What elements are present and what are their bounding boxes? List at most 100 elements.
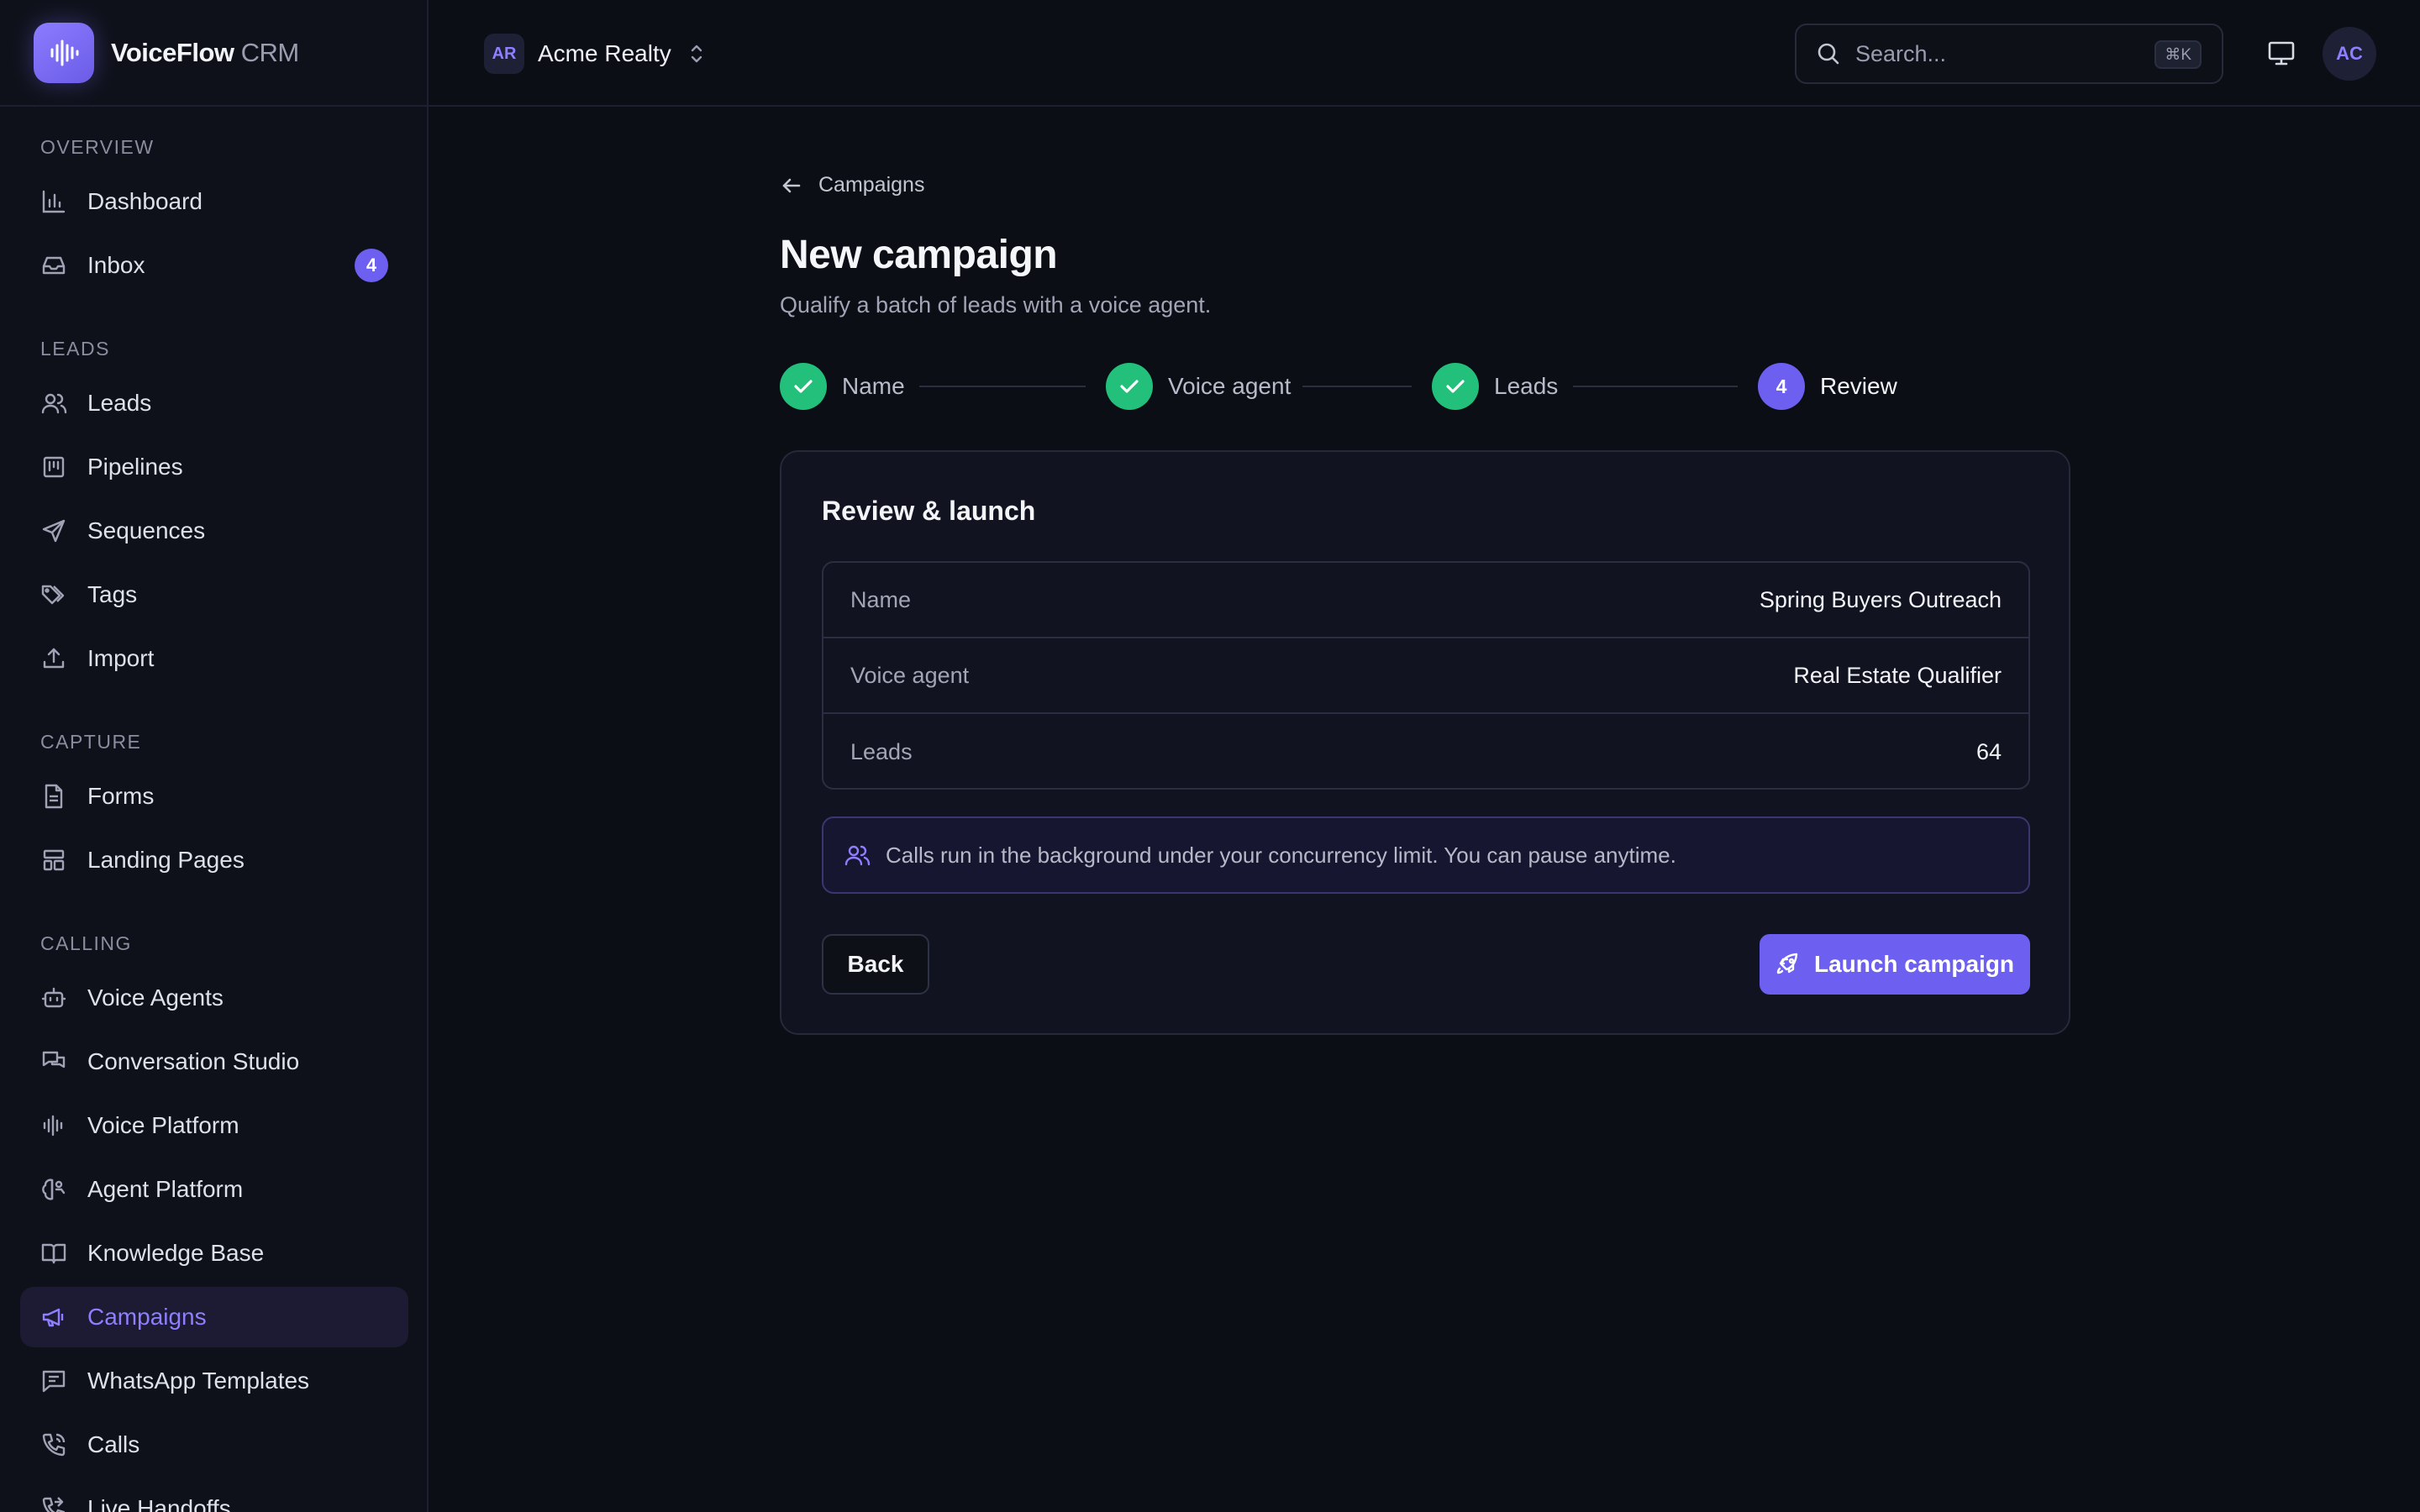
summary-row: Name Spring Buyers Outreach bbox=[823, 563, 2028, 638]
sidebar-item-forms[interactable]: Forms bbox=[20, 766, 408, 827]
phone-call-icon bbox=[42, 1433, 66, 1457]
upload-icon bbox=[43, 648, 65, 669]
review-card: Review & launch Name Spring Buyers Outre… bbox=[780, 450, 2070, 1035]
monitor-icon bbox=[2268, 41, 2295, 66]
section-label-capture: CAPTURE bbox=[40, 731, 142, 753]
sidebar-item-whatsapp-templates[interactable]: WhatsApp Templates bbox=[20, 1351, 408, 1411]
sidebar-item-voice-agents[interactable]: Voice Agents bbox=[20, 968, 408, 1028]
sidebar-item-label: WhatsApp Templates bbox=[87, 1368, 310, 1394]
summary-table: Name Spring Buyers Outreach Voice agent … bbox=[822, 561, 2030, 790]
sidebar-item-leads[interactable]: Leads bbox=[20, 373, 408, 433]
users-icon bbox=[844, 845, 871, 866]
step-number-indicator: 4 bbox=[1758, 363, 1805, 410]
sidebar-item-landing-pages[interactable]: Landing Pages bbox=[20, 830, 408, 890]
brain-icon bbox=[42, 1179, 66, 1200]
sidebar-item-label: Forms bbox=[87, 783, 155, 809]
step-label: Voice agent bbox=[1168, 373, 1292, 399]
breadcrumb-label: Campaigns bbox=[818, 173, 925, 197]
sidebar-item-label: Tags bbox=[87, 581, 138, 607]
summary-key: Leads bbox=[850, 738, 913, 764]
step-name[interactable]: Name bbox=[780, 363, 905, 410]
summary-row: Leads 64 bbox=[823, 714, 2028, 788]
sidebar: VoiceFlow CRM OVERVIEW Dashboard Inbox 4… bbox=[0, 0, 429, 1512]
launch-campaign-button[interactable]: Launch campaign bbox=[1760, 934, 2030, 995]
step-complete-indicator bbox=[1432, 363, 1479, 410]
sidebar-item-label: Agent Platform bbox=[87, 1176, 244, 1202]
summary-value: Spring Buyers Outreach bbox=[1759, 586, 2002, 612]
sidebar-item-label: Inbox bbox=[87, 252, 145, 278]
send-icon bbox=[42, 519, 66, 543]
sidebar-item-pipelines[interactable]: Pipelines bbox=[20, 437, 408, 497]
search-input[interactable]: Search... ⌘K bbox=[1795, 24, 2223, 84]
back-to-campaigns-link[interactable]: Campaigns bbox=[780, 173, 924, 197]
summary-row: Voice agent Real Estate Qualifier bbox=[823, 638, 2028, 714]
org-avatar: AR bbox=[484, 34, 524, 74]
summary-value: 64 bbox=[1975, 738, 2002, 764]
sidebar-item-live-handoffs[interactable]: Live Handoffs bbox=[20, 1478, 408, 1512]
layout-icon bbox=[43, 849, 65, 871]
sidebar-item-campaigns[interactable]: Campaigns bbox=[20, 1287, 408, 1347]
tags-icon bbox=[41, 585, 65, 605]
section-label-leads: LEADS bbox=[40, 338, 110, 360]
sidebar-item-label: Import bbox=[87, 645, 155, 671]
sidebar-item-label: Conversation Studio bbox=[87, 1048, 300, 1074]
page-subtitle: Qualify a batch of leads with a voice ag… bbox=[780, 292, 1212, 318]
step-label: Leads bbox=[1494, 373, 1559, 399]
sidebar-item-calls[interactable]: Calls bbox=[20, 1415, 408, 1475]
check-icon bbox=[794, 380, 813, 393]
sidebar-item-label: Campaigns bbox=[87, 1304, 207, 1330]
megaphone-icon bbox=[42, 1308, 64, 1327]
info-notice: Calls run in the background under your c… bbox=[822, 816, 2030, 894]
summary-key: Name bbox=[850, 586, 912, 612]
step-complete-indicator bbox=[780, 363, 827, 410]
org-switcher[interactable]: AR Acme Realty bbox=[484, 34, 707, 74]
sidebar-item-label: Sequences bbox=[87, 517, 206, 543]
step-label: Name bbox=[842, 373, 905, 399]
sidebar-item-dashboard[interactable]: Dashboard bbox=[20, 171, 408, 232]
chevrons-up-down-icon bbox=[691, 45, 702, 63]
sidebar-item-agent-platform[interactable]: Agent Platform bbox=[20, 1159, 408, 1220]
sidebar-item-knowledge-base[interactable]: Knowledge Base bbox=[20, 1223, 408, 1284]
sidebar-item-conversation-studio[interactable]: Conversation Studio bbox=[20, 1032, 408, 1092]
section-label-calling: CALLING bbox=[40, 932, 132, 954]
page-title: New campaign bbox=[780, 233, 1058, 277]
sidebar-item-sequences[interactable]: Sequences bbox=[20, 501, 408, 561]
sidebar-item-voice-platform[interactable]: Voice Platform bbox=[20, 1095, 408, 1156]
kanban-icon bbox=[43, 456, 65, 478]
step-voice-agent[interactable]: Voice agent bbox=[1106, 363, 1291, 410]
bot-icon bbox=[41, 987, 66, 1008]
bar-chart-icon bbox=[42, 190, 66, 213]
back-button[interactable]: Back bbox=[822, 934, 929, 995]
search-shortcut: ⌘K bbox=[2154, 40, 2202, 69]
summary-key: Voice agent bbox=[850, 662, 970, 688]
card-title: Review & launch bbox=[822, 496, 1036, 526]
sidebar-item-inbox[interactable]: Inbox 4 bbox=[20, 235, 408, 296]
rocket-icon bbox=[1776, 953, 1798, 974]
inbox-count-badge: 4 bbox=[355, 249, 388, 282]
search-icon bbox=[1818, 43, 1839, 65]
brand-name: VoiceFlow CRM bbox=[111, 37, 299, 67]
step-connector bbox=[1302, 386, 1412, 387]
user-avatar[interactable]: AC bbox=[2323, 27, 2376, 81]
step-review[interactable]: 4 Review bbox=[1758, 363, 1897, 410]
display-toggle[interactable] bbox=[2267, 39, 2296, 67]
sidebar-item-label: Pipelines bbox=[87, 454, 183, 480]
step-connector bbox=[1573, 386, 1738, 387]
sidebar-item-label: Live Handoffs bbox=[87, 1495, 231, 1512]
sidebar-item-label: Voice Agents bbox=[87, 984, 224, 1011]
step-complete-indicator bbox=[1106, 363, 1153, 410]
step-leads[interactable]: Leads bbox=[1432, 363, 1558, 410]
sidebar-item-label: Calls bbox=[87, 1431, 140, 1457]
brand[interactable]: VoiceFlow CRM bbox=[0, 0, 427, 107]
sidebar-item-label: Landing Pages bbox=[87, 847, 245, 873]
inbox-icon bbox=[42, 256, 66, 275]
file-text-icon bbox=[45, 784, 63, 809]
phone-forwarded-icon bbox=[42, 1497, 66, 1512]
top-bar: AR Acme Realty Search... ⌘K AC bbox=[429, 0, 2420, 107]
sidebar-item-tags[interactable]: Tags bbox=[20, 564, 408, 625]
section-label-overview: OVERVIEW bbox=[40, 136, 155, 158]
search-placeholder: Search... bbox=[1855, 40, 1947, 66]
sidebar-item-import[interactable]: Import bbox=[20, 628, 408, 689]
step-label: Review bbox=[1820, 373, 1897, 399]
messages-icon bbox=[42, 1051, 66, 1068]
